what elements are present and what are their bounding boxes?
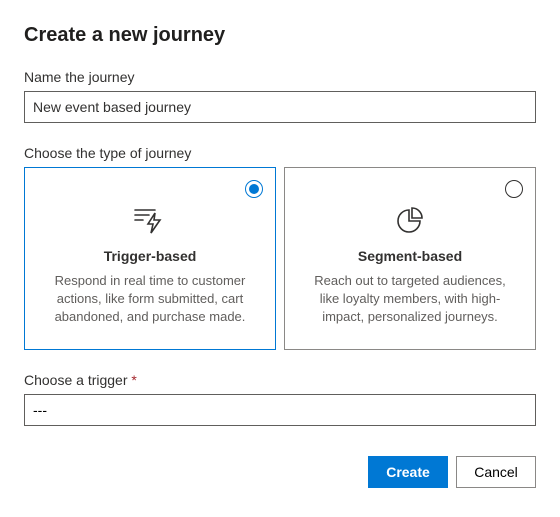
- dialog-actions: Create Cancel: [24, 456, 536, 488]
- cancel-button[interactable]: Cancel: [456, 456, 536, 488]
- journey-name-input[interactable]: [24, 91, 536, 123]
- type-option-trigger-based[interactable]: Trigger-based Respond in real time to cu…: [24, 167, 276, 350]
- name-label: Name the journey: [24, 69, 536, 85]
- page-title: Create a new journey: [24, 24, 536, 47]
- type-options: Trigger-based Respond in real time to cu…: [24, 167, 536, 350]
- lightning-icon: [43, 202, 257, 238]
- radio-trigger-based[interactable]: [245, 180, 263, 198]
- type-label: Choose the type of journey: [24, 145, 536, 161]
- create-button[interactable]: Create: [368, 456, 448, 488]
- trigger-field: Choose a trigger * ---: [24, 372, 536, 426]
- radio-segment-based[interactable]: [505, 180, 523, 198]
- type-option-title: Trigger-based: [43, 248, 257, 264]
- type-option-desc: Reach out to targeted audiences, like lo…: [303, 272, 517, 327]
- pie-chart-icon: [303, 202, 517, 238]
- type-field: Choose the type of journey Trigger-based…: [24, 145, 536, 350]
- trigger-select[interactable]: ---: [24, 394, 536, 426]
- trigger-label: Choose a trigger *: [24, 372, 536, 388]
- required-mark: *: [131, 372, 136, 388]
- type-option-segment-based[interactable]: Segment-based Reach out to targeted audi…: [284, 167, 536, 350]
- type-option-desc: Respond in real time to customer actions…: [43, 272, 257, 327]
- type-option-title: Segment-based: [303, 248, 517, 264]
- name-field: Name the journey: [24, 69, 536, 123]
